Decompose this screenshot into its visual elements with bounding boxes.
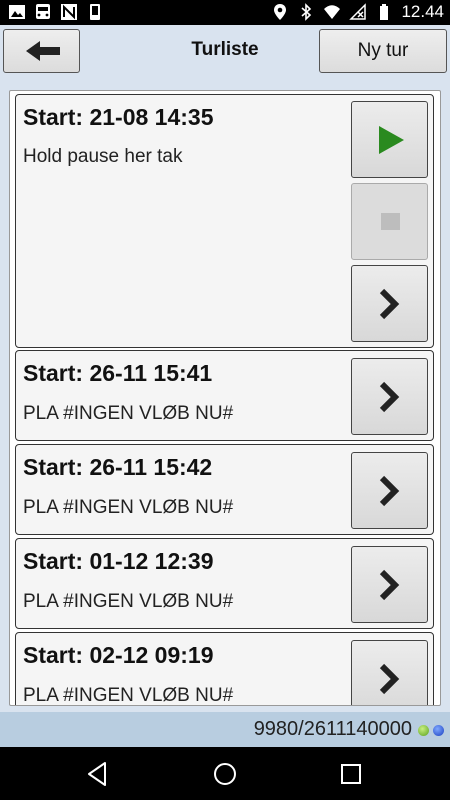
chevron-right-icon [379, 475, 400, 507]
trip-list[interactable]: Start: 21-08 14:35 Hold pause her tak St… [9, 90, 441, 706]
arrow-left-icon [26, 41, 60, 61]
trip-description: PLA #INGEN VLØB NU# [23, 403, 234, 424]
open-trip-button[interactable] [351, 265, 428, 342]
trip-start: Start: 01-12 12:39 [23, 548, 214, 574]
back-nav-icon[interactable] [81, 757, 115, 791]
location-icon [274, 4, 287, 20]
trip-card[interactable]: Start: 01-12 12:39 PLA #INGEN VLØB NU# [15, 538, 434, 629]
play-button[interactable] [351, 101, 428, 178]
header: Turliste Ny tur [0, 25, 450, 77]
footer: 9980/2611140000 [0, 712, 450, 747]
no-signal-icon [349, 3, 367, 20]
gps-status-icon [418, 725, 429, 736]
app-screen: Turliste Ny tur Start: 21-08 14:35 Hold … [0, 25, 450, 747]
trip-card[interactable]: Start: 02-12 09:19 PLA #INGEN VLØB NU# [15, 632, 434, 706]
trip-start: Start: 02-12 09:19 [23, 642, 214, 668]
open-trip-button[interactable] [351, 358, 428, 435]
trip-card[interactable]: Start: 26-11 15:41 PLA #INGEN VLØB NU# [15, 350, 434, 441]
status-bar: 12.44 [0, 0, 450, 25]
nfc-icon [61, 4, 77, 20]
new-trip-button[interactable]: Ny tur [319, 29, 447, 73]
phone-icon [90, 4, 100, 20]
clock: 12.44 [401, 2, 444, 21]
wifi-icon [324, 5, 341, 19]
trip-card[interactable]: Start: 26-11 15:42 PLA #INGEN VLØB NU# [15, 444, 434, 535]
trip-start: Start: 26-11 15:42 [23, 454, 213, 480]
trip-description: Hold pause her tak [23, 146, 183, 167]
nav-bar [0, 747, 450, 800]
trip-description: PLA #INGEN VLØB NU# [23, 591, 234, 612]
train-icon [36, 4, 50, 19]
battery-icon [380, 4, 389, 20]
chevron-right-icon [379, 288, 400, 320]
chevron-right-icon [379, 569, 400, 601]
bluetooth-icon [301, 3, 312, 21]
connection-status-icon [433, 725, 444, 736]
open-trip-button[interactable] [351, 452, 428, 529]
page-title: Turliste [191, 39, 259, 60]
trip-start: Start: 26-11 15:41 [23, 360, 213, 386]
chevron-right-icon [379, 381, 400, 413]
trip-start: Start: 21-08 14:35 [23, 104, 214, 130]
play-icon [379, 126, 404, 154]
trip-description: PLA #INGEN VLØB NU# [23, 497, 234, 518]
open-trip-button[interactable] [351, 640, 428, 705]
image-icon [9, 5, 25, 19]
stop-icon [381, 213, 400, 230]
trip-description: PLA #INGEN VLØB NU# [23, 685, 234, 706]
stop-button[interactable] [351, 183, 428, 260]
chevron-right-icon [379, 663, 400, 695]
open-trip-button[interactable] [351, 546, 428, 623]
trip-card[interactable]: Start: 21-08 14:35 Hold pause her tak [15, 94, 434, 348]
back-button[interactable] [3, 29, 80, 73]
home-icon[interactable] [208, 757, 242, 791]
device-id: 9980/2611140000 [253, 718, 412, 740]
recents-icon[interactable] [334, 757, 368, 791]
